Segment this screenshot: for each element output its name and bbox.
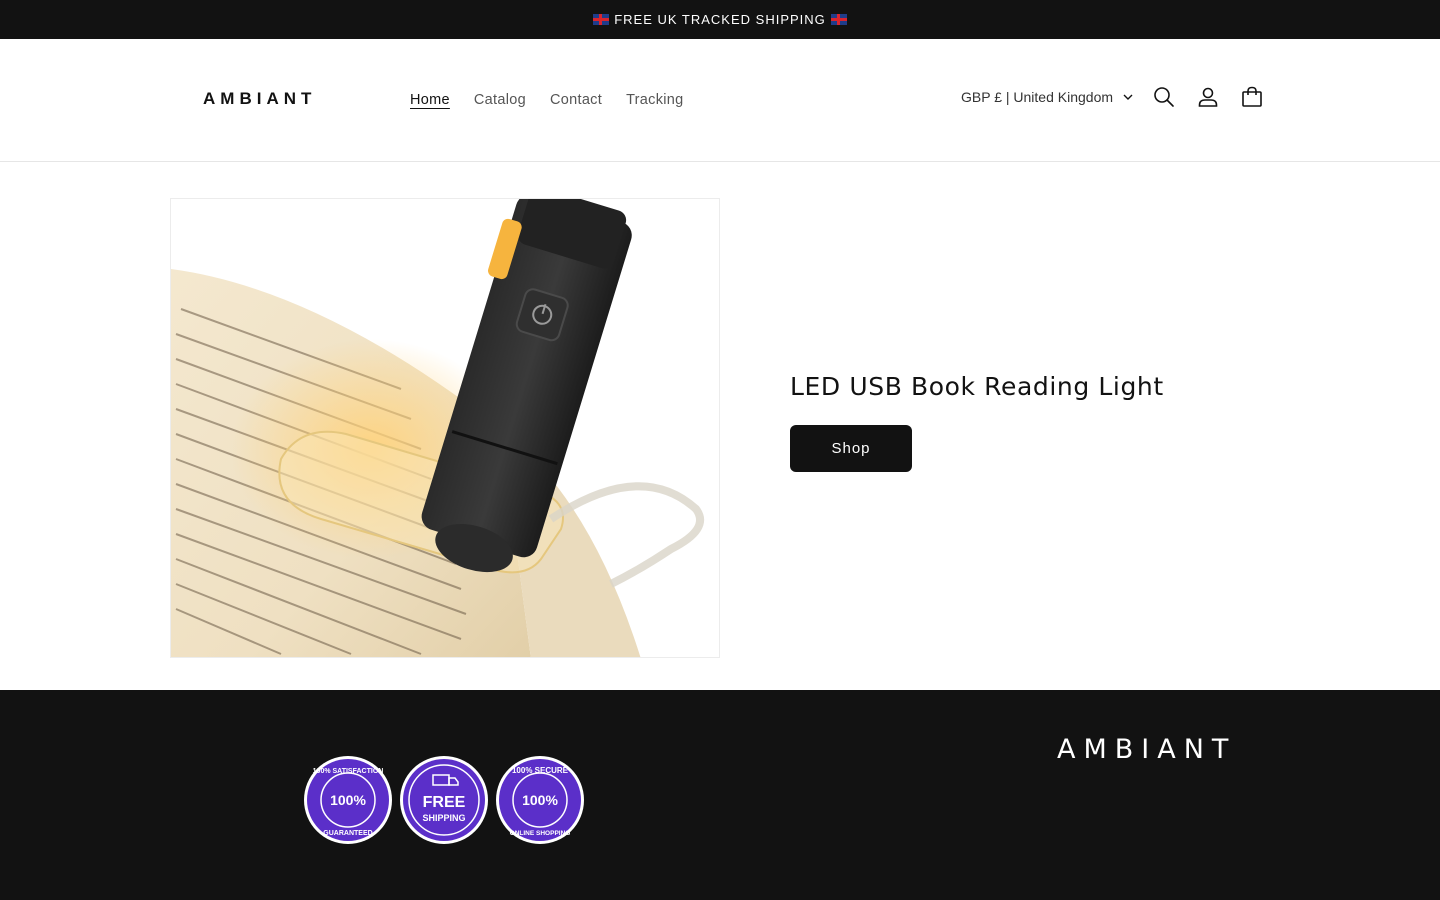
site-header: AMBIANT Home Catalog Contact Tracking GB… [0,39,1440,162]
announcement-bar: FREE UK TRACKED SHIPPING [0,0,1440,39]
uk-flag-icon [830,14,847,25]
badge-mid-text: 100% [330,792,366,808]
uk-flag-icon [593,14,610,25]
announcement-text: FREE UK TRACKED SHIPPING [614,12,826,27]
badge-top-text: 100% SECURE [512,766,569,775]
nav-catalog[interactable]: Catalog [462,88,538,112]
book-light-illustration [171,199,705,657]
country-selector-label: GBP £ | United Kingdom [961,89,1114,105]
badge-bottom-text: SHIPPING [422,813,465,823]
footer-logo[interactable]: AMBIANT [1057,734,1236,765]
badge-bottom-text: GUARANTEED [323,830,372,837]
free-shipping-badge-icon: FREE SHIPPING [400,756,488,844]
site-logo[interactable]: AMBIANT [203,89,316,109]
country-selector[interactable]: GBP £ | United Kingdom [961,89,1133,105]
nav-home[interactable]: Home [398,88,462,112]
badge-mid-text: FREE [423,794,466,811]
trust-badges: 100% SATISFACTION 100% GUARANTEED FREE S… [303,755,585,845]
badge-bottom-text: ONLINE SHOPPING [510,830,571,837]
account-icon[interactable] [1196,85,1220,109]
nav-tracking[interactable]: Tracking [614,88,695,112]
product-title: LED USB Book Reading Light [790,372,1164,401]
product-image[interactable] [170,198,720,658]
site-footer: 100% SATISFACTION 100% GUARANTEED FREE S… [0,690,1440,900]
chevron-down-icon [1123,94,1133,100]
satisfaction-badge-icon: 100% SATISFACTION 100% GUARANTEED [304,756,392,844]
search-icon[interactable] [1152,85,1176,109]
shop-button[interactable]: Shop [790,425,912,472]
nav-contact[interactable]: Contact [538,88,614,112]
cart-icon[interactable] [1240,85,1264,109]
secure-shopping-badge-icon: 100% SECURE 100% ONLINE SHOPPING [496,756,584,844]
badge-top-text: 100% SATISFACTION [313,768,384,775]
main-nav: Home Catalog Contact Tracking [398,88,696,112]
badge-mid-text: 100% [522,792,558,808]
